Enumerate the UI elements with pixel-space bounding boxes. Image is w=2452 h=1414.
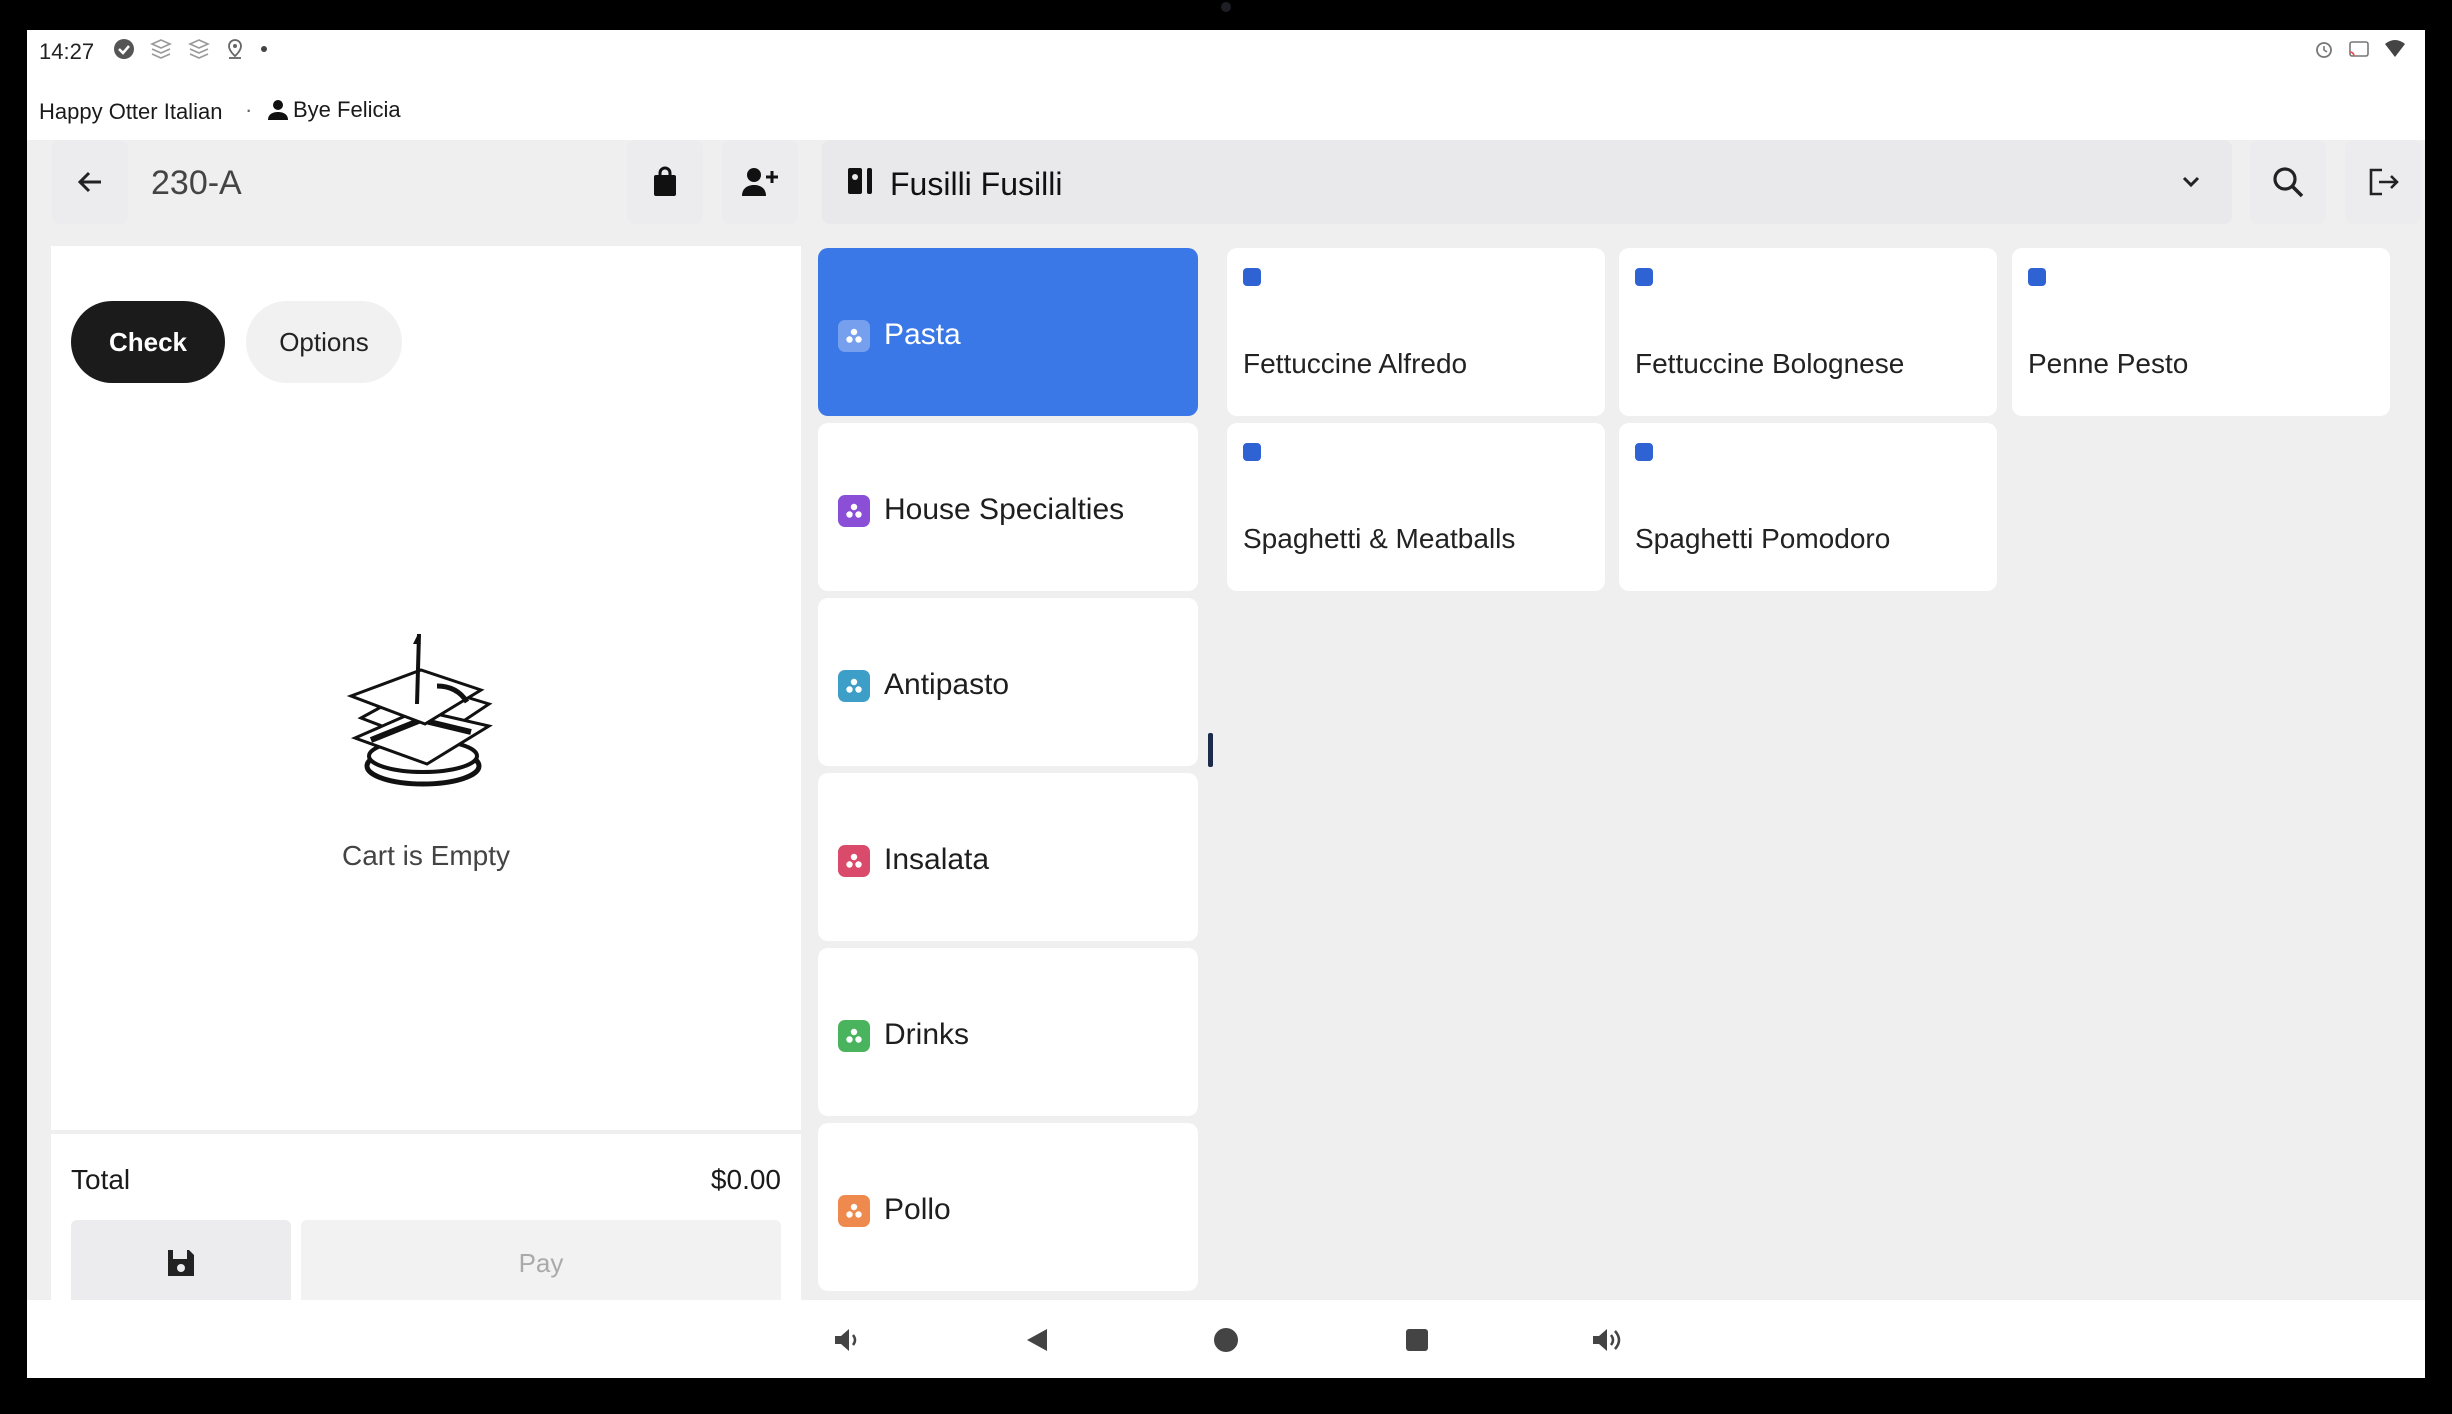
total-value: $0.00: [710, 1164, 781, 1195]
category-label: Pasta: [884, 318, 961, 351]
category-antipasto[interactable]: Antipasto: [818, 598, 1198, 766]
menu-item-spaghetti-meatballs[interactable]: Spaghetti & Meatballs: [1227, 423, 1605, 591]
restaurant-name: Happy Otter Italian: [39, 99, 223, 124]
category-icon: [838, 495, 870, 527]
menu-name: Fusilli Fusilli: [890, 166, 1063, 202]
back-button[interactable]: [52, 140, 128, 224]
tab-options[interactable]: Options: [246, 301, 402, 383]
user-name: Bye Felicia: [293, 97, 401, 122]
circle-home-icon: [1214, 1328, 1238, 1352]
alarm-icon: [2316, 42, 2332, 58]
tab-check[interactable]: Check: [71, 301, 225, 383]
pay-button[interactable]: Pay: [301, 1220, 781, 1306]
panel-resize-handle[interactable]: [1208, 733, 1213, 767]
add-guest-button[interactable]: [722, 140, 798, 224]
item-color-marker: [1243, 268, 1261, 286]
app-notification-icon: [150, 39, 172, 59]
shopping-bag-icon: [654, 166, 676, 196]
menu-item-label: Spaghetti Pomodoro: [1635, 523, 1891, 554]
system-icons: [2313, 38, 2407, 60]
category-insalata[interactable]: Insalata: [818, 773, 1198, 941]
menu-item-label: Fettuccine Alfredo: [1243, 348, 1468, 379]
volume-down-button[interactable]: [827, 1320, 867, 1360]
category-label: Insalata: [884, 843, 990, 876]
app-notification-icon-2: [188, 39, 210, 59]
volume-up-button[interactable]: [1587, 1320, 1627, 1360]
status-bar: 14:27: [27, 30, 2425, 84]
search-icon: [2273, 167, 2304, 198]
arrow-left-icon: [77, 171, 101, 193]
volume-down-icon: [835, 1329, 857, 1351]
item-color-marker: [2028, 268, 2046, 286]
location-icon: [228, 39, 242, 59]
menu-item-fettuccine-bolognese[interactable]: Fettuccine Bolognese: [1619, 248, 1997, 416]
menu-item-spaghetti-pomodoro[interactable]: Spaghetti Pomodoro: [1619, 423, 1997, 591]
item-color-marker: [1635, 443, 1653, 461]
menu-item-fettuccine-alfredo[interactable]: Fettuccine Alfredo: [1227, 248, 1605, 416]
category-icon: [838, 1195, 870, 1227]
check-circle-icon: [114, 39, 134, 59]
category-label: House Specialties: [884, 493, 1125, 526]
clock: 14:27: [39, 39, 95, 64]
current-user[interactable]: Bye Felicia: [267, 97, 401, 123]
item-color-marker: [1635, 268, 1653, 286]
menu-item-penne-pesto[interactable]: Penne Pesto: [2012, 248, 2390, 416]
order-bag-button[interactable]: [627, 140, 703, 224]
category-label: Antipasto: [884, 668, 1010, 701]
category-label: Pollo: [884, 1193, 951, 1226]
menu-item-label: Spaghetti & Meatballs: [1243, 523, 1516, 554]
cart-footer: Total $0.00 Pay: [51, 1130, 801, 1326]
category-label: Drinks: [884, 1018, 970, 1051]
category-drinks[interactable]: Drinks: [818, 948, 1198, 1116]
category-icon: [838, 670, 870, 702]
category-icon: [838, 320, 870, 352]
exit-button[interactable]: [2345, 140, 2421, 224]
category-pollo[interactable]: Pollo: [818, 1123, 1198, 1291]
restaurant-menu-icon: [848, 168, 872, 194]
front-camera: [1221, 2, 1231, 12]
menu-selector[interactable]: Fusilli Fusilli: [822, 140, 2232, 224]
add-user-icon: [742, 168, 778, 196]
nav-back-button[interactable]: [1017, 1320, 1057, 1360]
volume-up-icon: [1593, 1329, 1621, 1351]
system-navigation-bar: [27, 1300, 2425, 1378]
separator: ·: [245, 97, 253, 122]
user-icon: [268, 100, 288, 120]
category-icon: [838, 845, 870, 877]
nav-home-button[interactable]: [1206, 1320, 1246, 1360]
empty-cart-illustration: [346, 633, 493, 787]
order-number: 230-A: [151, 164, 242, 202]
search-button[interactable]: [2250, 140, 2326, 224]
logout-icon: [2369, 168, 2399, 196]
save-order-button[interactable]: [71, 1220, 291, 1306]
nav-recents-button[interactable]: [1397, 1320, 1437, 1360]
cart-panel: Check Options Cart is Empty Total $0.00 …: [51, 246, 801, 1326]
menu-item-label: Penne Pesto: [2028, 348, 2189, 379]
item-color-marker: [1243, 443, 1261, 461]
total-label: Total: [71, 1164, 131, 1195]
triangle-back-icon: [1027, 1329, 1047, 1351]
location-bar: Happy Otter Italian · Bye Felicia: [27, 84, 2425, 140]
tablet-screen: 14:27 Happy Otter Italian · Bye Felicia …: [27, 30, 2425, 1378]
wifi-icon: [2385, 40, 2405, 57]
menu-item-label: Fettuccine Bolognese: [1635, 348, 1905, 379]
cast-icon: [2349, 41, 2369, 57]
category-house-specialties[interactable]: House Specialties: [818, 423, 1198, 591]
category-icon: [838, 1020, 870, 1052]
chevron-down-icon: [2182, 176, 2200, 188]
more-notifications-dot-icon: [261, 46, 267, 52]
notification-icons: [113, 38, 269, 60]
category-pasta[interactable]: Pasta: [818, 248, 1198, 416]
square-recents-icon: [1406, 1329, 1428, 1351]
empty-cart-message: Cart is Empty: [341, 840, 511, 871]
save-icon: [168, 1250, 194, 1276]
